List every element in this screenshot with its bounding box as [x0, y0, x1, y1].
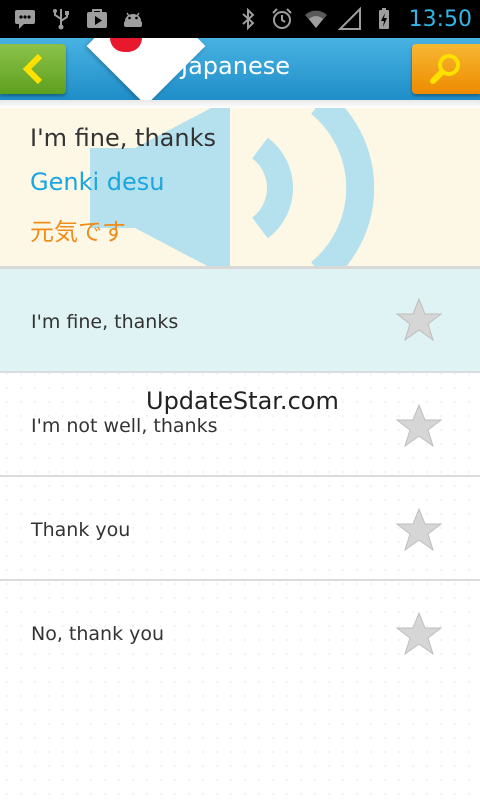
- list-item-label: Thank you: [31, 519, 131, 541]
- page-title: Japanese: [181, 52, 290, 80]
- star-icon[interactable]: [396, 403, 442, 449]
- search-icon: [430, 54, 460, 84]
- bluetooth-icon: [235, 7, 261, 31]
- play-store-icon: [84, 7, 110, 31]
- phrase-list: I'm fine, thanks I'm not well, thanks Th…: [0, 269, 480, 800]
- clock: 13:50: [408, 6, 472, 32]
- back-button[interactable]: [0, 44, 66, 94]
- android-icon: [120, 7, 146, 31]
- phrase-romaji: Genki desu: [30, 168, 165, 196]
- watermark: UpdateStar.com: [146, 387, 339, 415]
- phrase-english: I'm fine, thanks: [30, 124, 216, 152]
- phrase-japanese: 元気です: [30, 218, 126, 246]
- search-button[interactable]: [412, 44, 480, 94]
- list-item[interactable]: I'm fine, thanks: [0, 269, 480, 373]
- list-item-label: No, thank you: [31, 623, 165, 645]
- chevron-left-icon: [22, 53, 43, 85]
- star-icon[interactable]: [396, 507, 442, 553]
- battery-charging-icon: [371, 7, 397, 31]
- phrase-card[interactable]: I'm fine, thanks Genki desu 元気です: [0, 108, 480, 266]
- list-item-label: I'm fine, thanks: [31, 311, 179, 333]
- status-bar: 13:50: [0, 0, 480, 38]
- wifi-icon: [303, 7, 329, 31]
- list-item[interactable]: No, thank you: [0, 581, 480, 685]
- list-item[interactable]: Thank you: [0, 477, 480, 581]
- usb-icon: [48, 7, 74, 31]
- star-icon[interactable]: [396, 611, 442, 657]
- action-bar-shadow: [0, 100, 480, 108]
- list-item-label: I'm not well, thanks: [31, 415, 218, 437]
- chat-icon: [12, 7, 38, 31]
- alarm-icon: [269, 7, 295, 31]
- star-icon[interactable]: [396, 297, 442, 343]
- signal-icon: [337, 7, 363, 31]
- action-bar: Japanese: [0, 38, 480, 100]
- notification-icons: [12, 7, 146, 31]
- system-icons: 13:50: [235, 0, 480, 38]
